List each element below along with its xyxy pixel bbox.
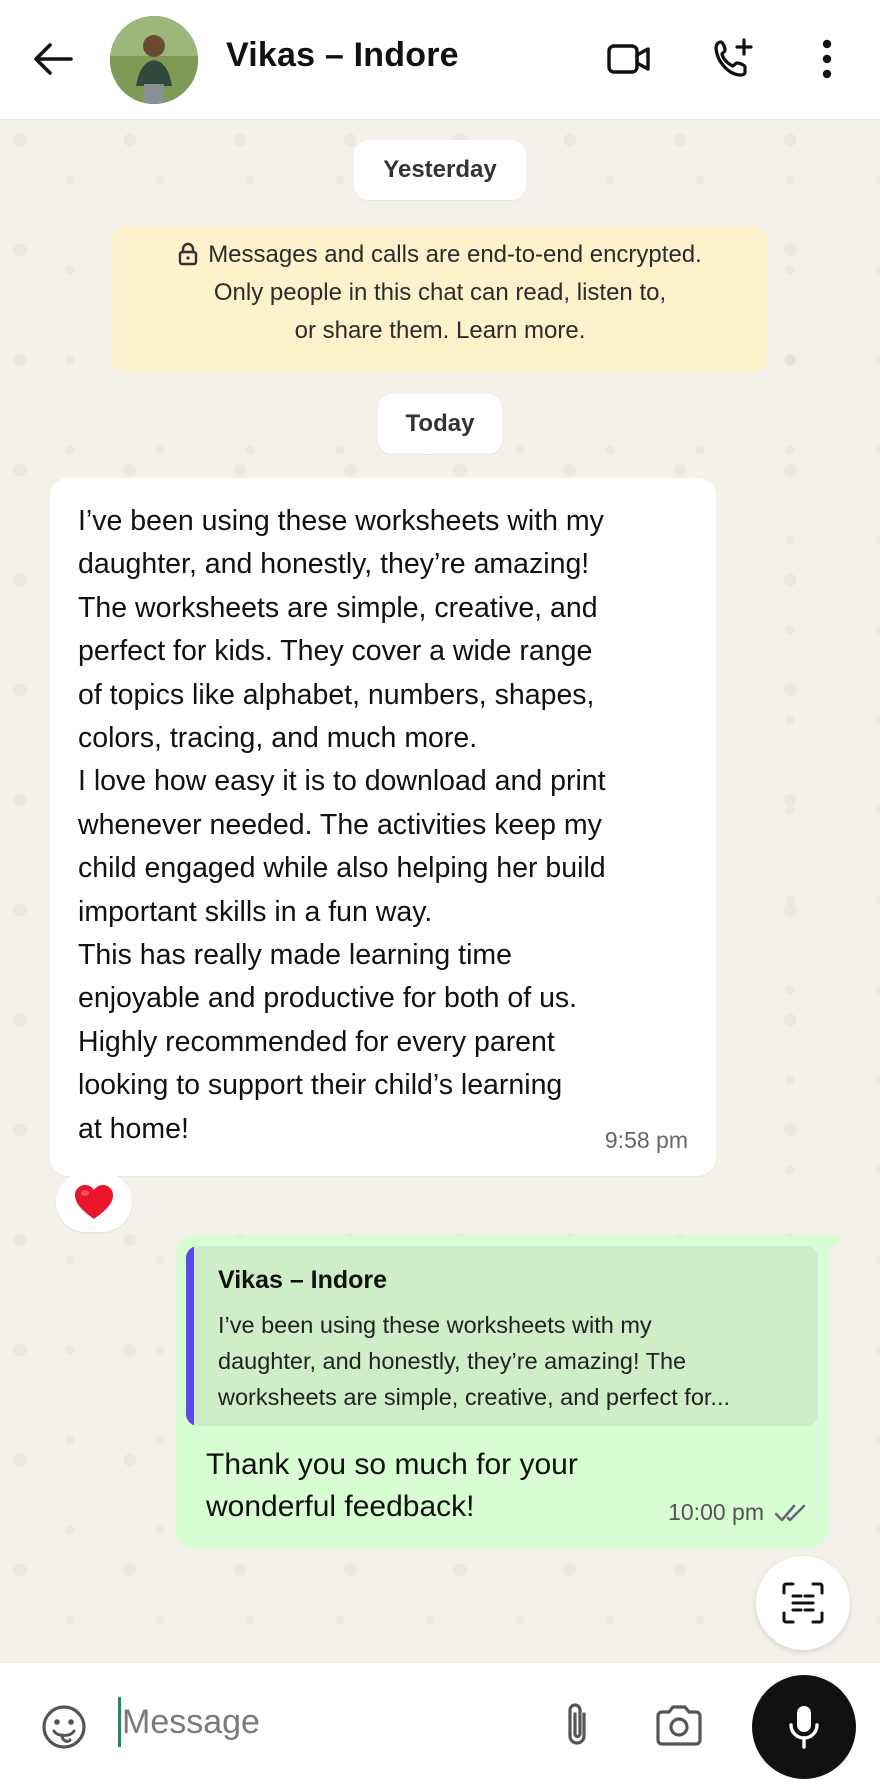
quote-author: Vikas – Indore	[218, 1266, 388, 1294]
message-line: at home!	[78, 1112, 189, 1145]
message-line: I’ve been using these worksheets with my	[78, 505, 604, 537]
message-reaction[interactable]: ❤️	[56, 1172, 132, 1232]
message-line: This has really made learning time	[78, 939, 513, 972]
chat-header: Vikas – Indore	[0, 0, 880, 120]
message-line: enjoyable and productive for both of us.	[78, 982, 578, 1015]
quote-line: daughter, and honestly, they’re amazing!…	[218, 1348, 687, 1374]
more-options-button[interactable]	[798, 30, 856, 88]
attach-button[interactable]	[552, 1695, 602, 1755]
message-line: child engaged while also helping her bui…	[78, 852, 606, 885]
add-call-icon	[714, 38, 753, 77]
message-line: colors, tracing, and much more.	[78, 722, 478, 755]
back-arrow-icon	[34, 43, 73, 75]
double-check-icon	[774, 1504, 806, 1521]
message-line: daughter, and honestly, they’re amazing!	[78, 548, 590, 581]
avatar-photo	[110, 16, 198, 104]
emoji-sticker-icon	[42, 1705, 86, 1749]
encryption-line-1: Messages and calls are end-to-end encryp…	[208, 241, 702, 268]
message-line: Highly recommended for every parent	[78, 1025, 555, 1058]
chat-screen: Vikas – Indore Yesterday Messages and ca…	[0, 0, 880, 1788]
quoted-reply[interactable]: Vikas – Indore I’ve been using these wor…	[186, 1246, 818, 1426]
quote-line: I’ve been using these worksheets with my	[218, 1312, 652, 1338]
message-timestamp: 9:58 pm	[604, 1127, 688, 1153]
message-line: whenever needed. The activities keep my	[78, 808, 602, 841]
contact-name[interactable]: Vikas – Indore	[226, 36, 459, 75]
outgoing-message-text: Thank you so much for your wonderful fee…	[206, 1444, 578, 1528]
message-line: important skills in a fun way.	[78, 895, 433, 928]
video-call-button[interactable]	[600, 30, 658, 88]
encryption-line-2: Only people in this chat can read, liste…	[213, 279, 667, 306]
encryption-notice[interactable]: Messages and calls are end-to-end encryp…	[112, 226, 768, 372]
message-composer	[0, 1662, 880, 1788]
message-input[interactable]	[122, 1693, 522, 1751]
paperclip-icon	[568, 1703, 586, 1745]
camera-icon	[656, 1705, 702, 1746]
encryption-line-3: or share them. Learn more.	[294, 317, 586, 344]
message-line: perfect for kids. They cover a wide rang…	[78, 635, 593, 668]
bubble-tail	[826, 1236, 844, 1252]
lock-icon	[178, 242, 198, 266]
message-line: The worksheets are simple, creative, and	[78, 591, 598, 624]
incoming-message-bubble[interactable]: I’ve been using these worksheets with my…	[50, 478, 716, 1176]
quote-accent-bar	[186, 1246, 194, 1426]
scan-text-button[interactable]	[756, 1556, 850, 1650]
message-line: looking to support their child’s learnin…	[78, 1069, 563, 1102]
emoji-button[interactable]	[38, 1701, 90, 1753]
date-separator-yesterday: Yesterday	[354, 140, 526, 200]
heart-reaction-icon	[75, 1185, 113, 1219]
camera-button[interactable]	[652, 1699, 706, 1751]
message-line: wonderful feedback!	[206, 1490, 475, 1523]
contact-avatar[interactable]	[110, 16, 198, 104]
more-vert-icon	[822, 39, 832, 79]
voice-call-button[interactable]	[705, 30, 763, 88]
message-meta: 10:00 pm	[668, 1499, 808, 1526]
scan-text-icon	[782, 1582, 824, 1624]
message-timestamp: 10:00 pm	[668, 1499, 764, 1525]
video-call-icon	[607, 44, 650, 74]
back-button[interactable]	[28, 34, 78, 84]
message-line: of topics like alphabet, numbers, shapes…	[78, 678, 595, 711]
message-line: I love how easy it is to download and pr…	[78, 765, 606, 798]
text-caret	[118, 1697, 121, 1747]
message-list[interactable]: Yesterday Messages and calls are end-to-…	[0, 120, 880, 1662]
voice-message-button[interactable]	[752, 1675, 856, 1779]
message-line: Thank you so much for your	[206, 1448, 578, 1481]
date-separator-today: Today	[378, 394, 502, 454]
microphone-icon	[789, 1706, 819, 1749]
outgoing-message-bubble[interactable]: Vikas – Indore I’ve been using these wor…	[176, 1236, 828, 1548]
quote-line: worksheets are simple, creative, and per…	[218, 1384, 731, 1410]
